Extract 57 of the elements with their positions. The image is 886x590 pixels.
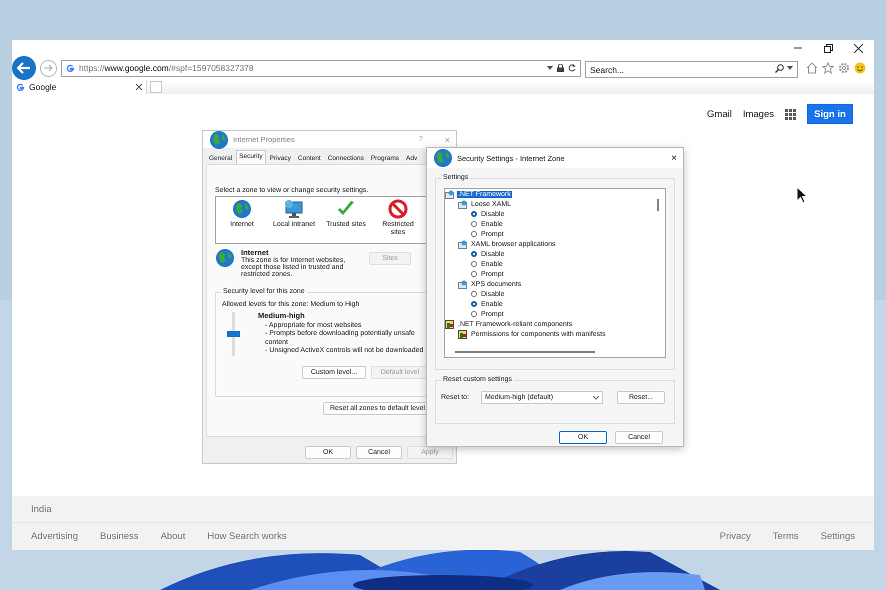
dropdown-caret-icon[interactable] — [787, 66, 793, 70]
radio-button[interactable] — [471, 301, 477, 307]
globe-icon — [433, 148, 453, 168]
arrow-icon — [17, 62, 31, 74]
footer-link[interactable]: Privacy — [720, 530, 751, 542]
close-icon[interactable] — [136, 84, 142, 90]
sign-in-button[interactable]: Sign in — [807, 104, 853, 124]
footer-link[interactable]: About — [160, 530, 186, 542]
settings-node-icon — [458, 200, 467, 208]
component-node-icon — [445, 320, 454, 328]
footer-link[interactable]: Terms — [772, 530, 799, 542]
google-g-icon — [66, 64, 75, 72]
globe-icon — [215, 248, 235, 268]
component-node-icon — [458, 330, 467, 338]
apps-grid-icon[interactable] — [785, 108, 796, 120]
header-link[interactable]: Images — [742, 108, 774, 120]
scrollbar-thumb[interactable] — [455, 351, 595, 353]
globe-icon — [232, 199, 252, 219]
radio-button[interactable] — [471, 261, 477, 267]
star-icon[interactable] — [822, 62, 834, 74]
close-button[interactable]: × — [671, 152, 677, 164]
settings-icon[interactable] — [838, 62, 850, 74]
radio-button[interactable] — [471, 221, 477, 227]
settings-node-icon — [458, 240, 467, 248]
settings-node-icon — [445, 190, 454, 198]
search-icon[interactable] — [775, 64, 784, 72]
settings-node-icon — [458, 280, 467, 288]
refresh-icon[interactable] — [568, 64, 576, 72]
prohibited-icon — [388, 199, 408, 219]
lock-icon — [557, 64, 564, 72]
radio-button[interactable] — [471, 211, 477, 217]
globe-icon — [209, 130, 229, 150]
chevron-icon — [593, 396, 599, 400]
radio-button[interactable] — [471, 251, 477, 257]
scrollbar-thumb[interactable] — [657, 199, 659, 211]
radio-button[interactable] — [471, 231, 477, 237]
search-field[interactable]: Search... — [585, 61, 798, 78]
radio-button[interactable] — [471, 311, 477, 317]
smiley-icon[interactable] — [854, 62, 866, 74]
slider-thumb[interactable] — [227, 331, 240, 337]
home-icon[interactable] — [806, 62, 818, 74]
mouse-pointer-icon — [796, 186, 808, 204]
dropdown-caret-icon[interactable] — [547, 66, 553, 70]
header-link[interactable]: Gmail — [707, 108, 732, 120]
footer-link[interactable]: Settings — [820, 530, 855, 542]
footer-link[interactable]: Business — [100, 530, 139, 542]
country-label: India — [31, 504, 52, 514]
google-g-icon — [16, 82, 25, 92]
radio-button[interactable] — [471, 291, 477, 297]
address-field[interactable]: https://www.google.com/#spf=1597058327378 — [61, 60, 581, 76]
back-button[interactable] — [12, 56, 36, 80]
footer-link[interactable]: Advertising — [31, 530, 78, 542]
monitor-icon — [283, 199, 305, 219]
footer-link[interactable]: How Search works — [207, 530, 287, 542]
browser-tab[interactable]: Google — [12, 80, 147, 94]
radio-button[interactable] — [471, 271, 477, 277]
arrow-icon — [44, 64, 53, 72]
